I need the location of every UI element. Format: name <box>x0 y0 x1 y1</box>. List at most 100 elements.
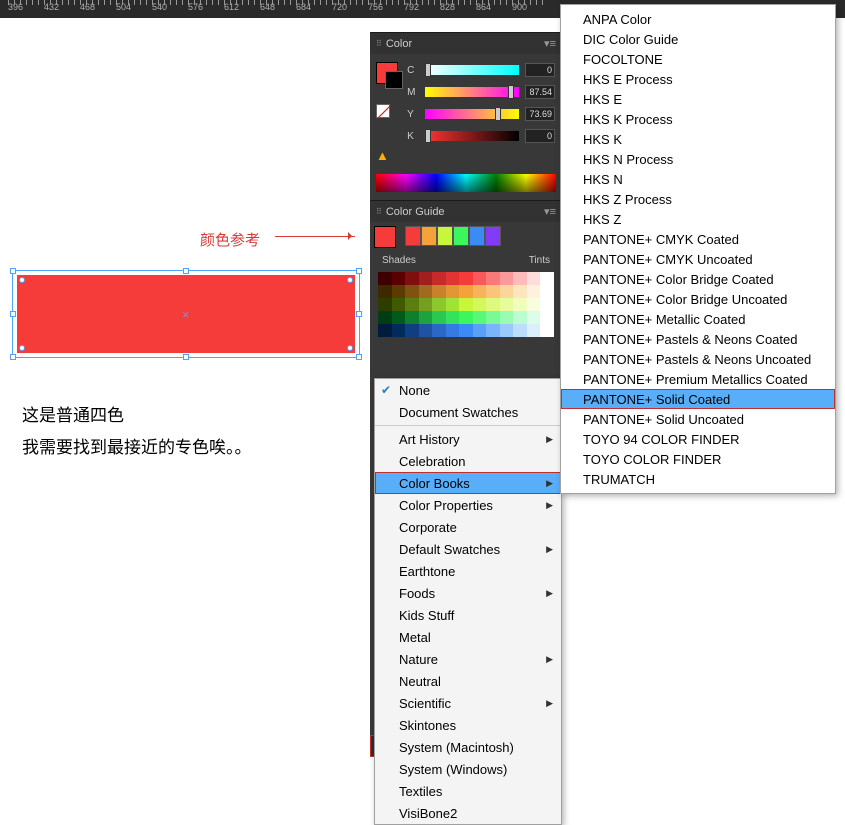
color-swatch[interactable] <box>419 272 433 285</box>
color-swatch[interactable] <box>378 298 392 311</box>
color-swatch[interactable] <box>405 311 419 324</box>
menu-item[interactable]: Textiles <box>375 780 561 802</box>
color-swatch[interactable] <box>446 298 460 311</box>
color-swatch[interactable] <box>419 298 433 311</box>
channel-value-field[interactable]: 87.54 <box>525 85 555 99</box>
color-guide-header[interactable]: ⠿ Color Guide ▾≡ <box>370 200 562 222</box>
menu-item[interactable]: HKS Z <box>561 209 835 229</box>
menu-item[interactable]: System (Windows) <box>375 758 561 780</box>
color-swatch[interactable] <box>378 311 392 324</box>
menu-item[interactable]: HKS K Process <box>561 109 835 129</box>
color-swatch[interactable] <box>392 285 406 298</box>
color-swatch[interactable] <box>432 311 446 324</box>
color-swatch[interactable] <box>527 324 541 337</box>
color-swatch[interactable] <box>405 272 419 285</box>
menu-item[interactable]: ✔None <box>375 379 561 401</box>
menu-item[interactable]: Color Books▶ <box>375 472 561 494</box>
color-panel-header[interactable]: ⠿ Color ▾≡ <box>370 32 562 54</box>
color-slider[interactable] <box>425 131 519 141</box>
color-swatch[interactable] <box>540 285 554 298</box>
color-swatch[interactable] <box>446 324 460 337</box>
resize-handle-icon[interactable] <box>356 268 362 274</box>
menu-item[interactable]: Kids Stuff <box>375 604 561 626</box>
menu-item[interactable]: PANTONE+ Solid Coated <box>561 389 835 409</box>
color-swatch[interactable] <box>419 311 433 324</box>
color-swatch[interactable] <box>513 285 527 298</box>
resize-handle-icon[interactable] <box>183 354 189 360</box>
color-swatch[interactable] <box>500 324 514 337</box>
menu-item[interactable]: PANTONE+ Premium Metallics Coated <box>561 369 835 389</box>
rotate-handle-icon[interactable] <box>347 277 353 283</box>
color-swatch[interactable] <box>540 324 554 337</box>
slider-knob-icon[interactable] <box>425 63 431 77</box>
color-swatch[interactable] <box>527 285 541 298</box>
menu-item[interactable]: PANTONE+ Metallic Coated <box>561 309 835 329</box>
color-swatch[interactable] <box>540 298 554 311</box>
rotate-handle-icon[interactable] <box>19 345 25 351</box>
menu-item[interactable]: PANTONE+ Pastels & Neons Uncoated <box>561 349 835 369</box>
resize-handle-icon[interactable] <box>10 354 16 360</box>
color-swatch[interactable] <box>459 311 473 324</box>
color-swatch[interactable] <box>500 272 514 285</box>
menu-item[interactable]: PANTONE+ Pastels & Neons Coated <box>561 329 835 349</box>
color-swatch[interactable] <box>527 272 541 285</box>
menu-item[interactable]: Art History▶ <box>375 428 561 450</box>
selection-bounding-box[interactable]: ✕ <box>12 270 360 358</box>
channel-value-field[interactable]: 73.69 <box>525 107 555 121</box>
menu-item[interactable]: Nature▶ <box>375 648 561 670</box>
rotate-handle-icon[interactable] <box>347 345 353 351</box>
menu-item[interactable]: ANPA Color <box>561 9 835 29</box>
harmony-swatch[interactable] <box>485 226 501 246</box>
panel-menu-icon[interactable]: ▾≡ <box>544 205 556 218</box>
color-swatch[interactable] <box>473 324 487 337</box>
color-swatch[interactable] <box>432 272 446 285</box>
menu-item[interactable]: HKS N <box>561 169 835 189</box>
color-swatch[interactable] <box>513 272 527 285</box>
color-swatch[interactable] <box>513 324 527 337</box>
menu-item[interactable]: TRUMATCH <box>561 469 835 489</box>
panel-grip-icon[interactable]: ⠿ <box>376 39 382 48</box>
slider-knob-icon[interactable] <box>495 107 501 121</box>
color-swatch[interactable] <box>378 285 392 298</box>
fill-stroke-swatch[interactable] <box>376 62 398 84</box>
base-color-swatch[interactable] <box>374 226 396 248</box>
panel-grip-icon[interactable]: ⠿ <box>376 207 382 216</box>
color-swatch[interactable] <box>486 298 500 311</box>
color-swatch[interactable] <box>446 272 460 285</box>
color-swatch[interactable] <box>378 272 392 285</box>
menu-item[interactable]: Document Swatches <box>375 401 561 423</box>
menu-item[interactable]: System (Macintosh) <box>375 736 561 758</box>
color-slider[interactable] <box>425 109 519 119</box>
resize-handle-icon[interactable] <box>183 268 189 274</box>
color-swatch[interactable] <box>405 285 419 298</box>
color-swatch[interactable] <box>378 324 392 337</box>
color-swatch[interactable] <box>473 272 487 285</box>
color-swatch[interactable] <box>432 324 446 337</box>
color-slider[interactable] <box>425 87 519 97</box>
harmony-swatch[interactable] <box>405 226 421 246</box>
slider-knob-icon[interactable] <box>425 129 431 143</box>
panel-menu-icon[interactable]: ▾≡ <box>544 37 556 50</box>
color-swatch[interactable] <box>432 298 446 311</box>
menu-item[interactable]: PANTONE+ Color Bridge Coated <box>561 269 835 289</box>
rotate-handle-icon[interactable] <box>19 277 25 283</box>
menu-item[interactable]: Metal <box>375 626 561 648</box>
harmony-swatch[interactable] <box>421 226 437 246</box>
color-swatch[interactable] <box>473 298 487 311</box>
color-swatch[interactable] <box>486 272 500 285</box>
color-swatch[interactable] <box>446 311 460 324</box>
color-swatch[interactable] <box>459 272 473 285</box>
color-swatch[interactable] <box>500 311 514 324</box>
menu-item[interactable]: Celebration <box>375 450 561 472</box>
color-swatch[interactable] <box>459 285 473 298</box>
resize-handle-icon[interactable] <box>356 311 362 317</box>
menu-item[interactable]: DIC Color Guide <box>561 29 835 49</box>
menu-item[interactable]: Corporate <box>375 516 561 538</box>
color-swatch[interactable] <box>513 298 527 311</box>
color-swatch[interactable] <box>459 324 473 337</box>
menu-item[interactable]: Scientific▶ <box>375 692 561 714</box>
color-swatch[interactable] <box>527 311 541 324</box>
menu-item[interactable]: HKS Z Process <box>561 189 835 209</box>
color-swatch[interactable] <box>540 272 554 285</box>
out-of-gamut-icon[interactable]: ▲ <box>376 148 390 162</box>
